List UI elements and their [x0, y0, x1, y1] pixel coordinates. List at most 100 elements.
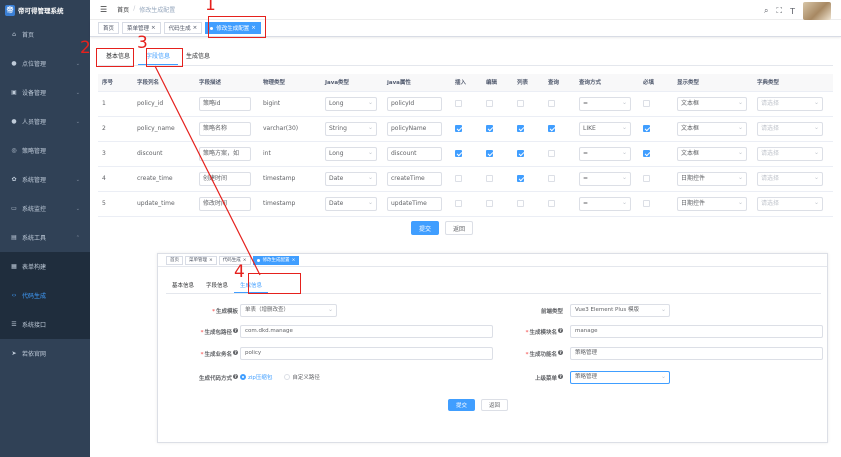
- checkbox[interactable]: [548, 150, 555, 157]
- desc-input[interactable]: 策略方案，如: [199, 146, 251, 161]
- tag-home[interactable]: 首页: [98, 22, 120, 34]
- sidebar-item-system[interactable]: ✿ 系统管理 ⌄: [0, 165, 90, 194]
- sidebar-item-code-gen[interactable]: ‹› 代码生成: [0, 281, 90, 310]
- help-icon[interactable]: ?: [558, 328, 563, 333]
- sidebar-item-strategy[interactable]: ◎ 策略管理: [0, 136, 90, 165]
- query-type-select[interactable]: =: [579, 96, 631, 111]
- back-button[interactable]: 返回: [445, 221, 474, 235]
- checkbox[interactable]: [517, 200, 524, 207]
- close-icon[interactable]: ×: [209, 258, 213, 263]
- java-type-select[interactable]: String: [325, 121, 377, 136]
- sidebar-item-website[interactable]: ➤ 若依官网: [0, 339, 90, 368]
- java-field-input[interactable]: discount: [387, 146, 442, 161]
- tab-gen-info[interactable]: 生成信息: [178, 49, 218, 65]
- sidebar-item-tools[interactable]: ▤ 系统工具 ⌃: [0, 223, 90, 252]
- display-type-select[interactable]: 日期控件: [677, 196, 747, 211]
- radio-custom-path-label[interactable]: 自定义路径: [292, 375, 320, 381]
- inset-submit-button[interactable]: 提交: [448, 399, 476, 411]
- checkbox[interactable]: [643, 175, 650, 182]
- checkbox[interactable]: [455, 100, 462, 107]
- checkbox[interactable]: [486, 200, 493, 207]
- checkbox[interactable]: [455, 175, 462, 182]
- desc-input[interactable]: 策略名称: [199, 121, 251, 136]
- checkbox[interactable]: [643, 200, 650, 207]
- display-type-select[interactable]: 日期控件: [677, 171, 747, 186]
- dict-type-select[interactable]: 请选择: [757, 96, 823, 111]
- dict-type-select[interactable]: 请选择: [757, 171, 823, 186]
- template-select[interactable]: 单表（增删改查）: [240, 304, 337, 317]
- java-field-input[interactable]: updateTime: [387, 196, 442, 211]
- checkbox[interactable]: [455, 125, 462, 132]
- help-icon[interactable]: ?: [558, 350, 563, 355]
- inset-tag-home[interactable]: 首页: [166, 255, 183, 265]
- font-size-icon[interactable]: T: [790, 7, 795, 16]
- checkbox[interactable]: [548, 175, 555, 182]
- desc-input[interactable]: 策略id: [199, 96, 251, 111]
- sidebar-item-form-builder[interactable]: ▦ 表单构建: [0, 252, 90, 281]
- checkbox[interactable]: [517, 100, 524, 107]
- sidebar-item-home[interactable]: ⌂ 首页: [0, 20, 90, 49]
- sidebar-item-location[interactable]: ● 点位管理 ⌄: [0, 49, 90, 78]
- frontend-type-select[interactable]: Vue3 Element Plus 模版: [570, 304, 670, 317]
- checkbox[interactable]: [548, 100, 555, 107]
- submit-button[interactable]: 提交: [411, 221, 440, 235]
- java-type-select[interactable]: Long: [325, 146, 377, 161]
- query-type-select[interactable]: =: [579, 146, 631, 161]
- help-icon[interactable]: ?: [233, 374, 238, 379]
- checkbox[interactable]: [486, 175, 493, 182]
- checkbox[interactable]: [486, 100, 493, 107]
- dict-type-select[interactable]: 请选择: [757, 146, 823, 161]
- help-icon[interactable]: ?: [558, 374, 563, 379]
- dict-type-select[interactable]: 请选择: [757, 121, 823, 136]
- radio-zip-label[interactable]: zip压缩包: [248, 375, 272, 381]
- fullscreen-icon[interactable]: ⛶: [777, 6, 783, 16]
- radio-custom-path[interactable]: [284, 374, 291, 380]
- checkbox[interactable]: [455, 200, 462, 207]
- avatar[interactable]: [803, 2, 831, 20]
- checkbox[interactable]: [643, 100, 650, 107]
- breadcrumb-home[interactable]: 首页: [117, 5, 129, 14]
- sidebar-item-monitor[interactable]: ▭ 系统监控 ⌄: [0, 194, 90, 223]
- sidebar-item-device[interactable]: ▣ 设备管理 ⌄: [0, 78, 90, 107]
- checkbox[interactable]: [548, 200, 555, 207]
- inset-tag-menu-manage[interactable]: 菜单管理 ×: [185, 255, 217, 265]
- query-type-select[interactable]: =: [579, 196, 631, 211]
- inset-tab-column-info[interactable]: 字段信息: [200, 280, 234, 293]
- desc-input[interactable]: 创建时间: [199, 171, 251, 186]
- module-input[interactable]: manage: [570, 325, 823, 338]
- help-icon[interactable]: ?: [233, 328, 238, 333]
- desc-input[interactable]: 修改时间: [199, 196, 251, 211]
- dict-type-select[interactable]: 请选择: [757, 196, 823, 211]
- checkbox[interactable]: [517, 175, 524, 182]
- java-field-input[interactable]: policyId: [387, 96, 442, 111]
- help-icon[interactable]: ?: [233, 350, 238, 355]
- java-type-select[interactable]: Long: [325, 96, 377, 111]
- query-type-select[interactable]: LIKE: [579, 121, 631, 136]
- close-icon[interactable]: ×: [193, 25, 198, 31]
- radio-zip[interactable]: [240, 374, 246, 380]
- display-type-select[interactable]: 文本框: [677, 121, 747, 136]
- java-field-input[interactable]: policyName: [387, 121, 442, 136]
- checkbox[interactable]: [643, 125, 650, 132]
- hamburger-icon[interactable]: ☰: [100, 5, 107, 14]
- display-type-select[interactable]: 文本框: [677, 146, 747, 161]
- sidebar-item-user[interactable]: ● 人员管理 ⌄: [0, 107, 90, 136]
- package-input[interactable]: com.dkd.manage: [240, 325, 493, 338]
- checkbox[interactable]: [486, 125, 493, 132]
- java-type-select[interactable]: Date: [325, 171, 377, 186]
- search-icon[interactable]: ⌕: [764, 6, 768, 16]
- checkbox[interactable]: [455, 150, 462, 157]
- close-icon[interactable]: ×: [292, 258, 296, 263]
- checkbox[interactable]: [486, 150, 493, 157]
- parent-menu-select[interactable]: 策略管理: [570, 371, 670, 384]
- app-logo[interactable]: 帝 帝可得管理系统: [0, 0, 90, 20]
- checkbox[interactable]: [517, 125, 524, 132]
- business-input[interactable]: policy: [240, 347, 493, 360]
- function-input[interactable]: 策略管理: [570, 347, 823, 360]
- inset-tag-edit-gen-config[interactable]: 修改生成配置 ×: [252, 255, 300, 265]
- query-type-select[interactable]: =: [579, 171, 631, 186]
- sidebar-item-api[interactable]: ☰ 系统接口: [0, 310, 90, 339]
- checkbox[interactable]: [517, 150, 524, 157]
- tag-code-gen[interactable]: 代码生成 ×: [163, 22, 203, 34]
- java-field-input[interactable]: createTime: [387, 171, 442, 186]
